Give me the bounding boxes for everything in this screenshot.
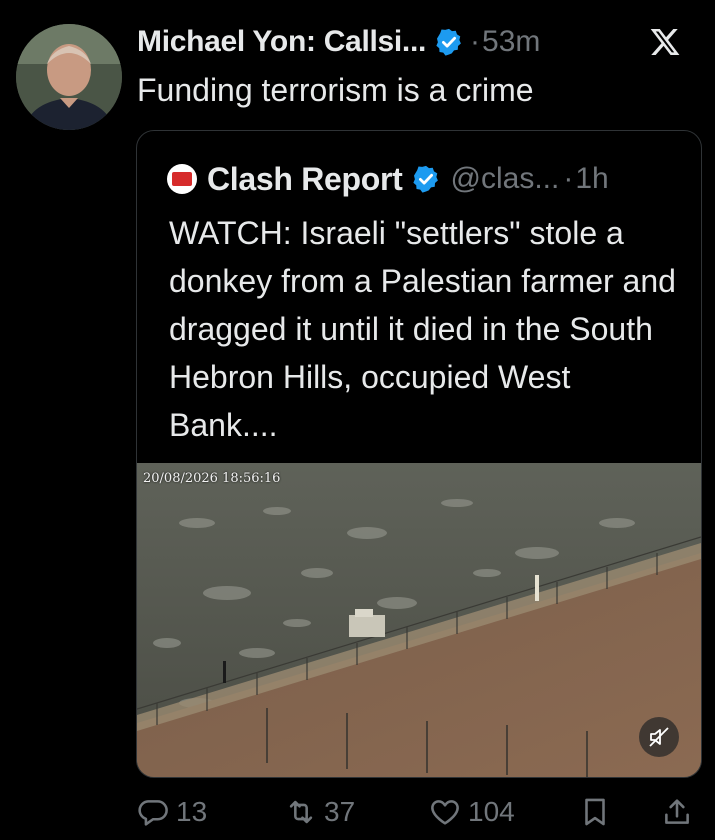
quoted-tweet-text: WATCH: Israeli "settlers" stole a donkey…	[169, 215, 676, 443]
author-avatar[interactable]	[16, 24, 122, 130]
video-timestamp: 20/08/2026 18:56:16	[143, 471, 281, 486]
quoted-tweet-time[interactable]: 1h	[575, 162, 608, 196]
separator-dot: ·	[470, 25, 481, 58]
like-button[interactable]: 104	[428, 790, 515, 834]
tweet-text: Funding terrorism is a crime	[137, 72, 534, 108]
repost-icon	[289, 800, 313, 824]
video-frame	[137, 463, 701, 777]
reply-button[interactable]: 13	[136, 790, 207, 834]
bookmark-icon	[585, 798, 605, 826]
repost-count: 37	[324, 796, 356, 827]
repost-button[interactable]: 37	[284, 790, 355, 834]
tweet-time[interactable]: 53m	[482, 25, 540, 59]
reply-count: 13	[176, 796, 208, 827]
quoted-author-name[interactable]: Clash Report	[207, 161, 403, 198]
quoted-tweet-header: Clash Report @clas... · 1h	[167, 159, 685, 199]
separator-dot: ·	[563, 162, 574, 195]
bookmark-button[interactable]	[578, 790, 612, 834]
mute-button[interactable]	[639, 717, 679, 757]
verified-badge-icon	[434, 27, 464, 57]
share-button[interactable]	[660, 790, 694, 834]
like-count: 104	[468, 796, 515, 827]
video-player[interactable]: 20/08/2026 18:56:16	[137, 463, 701, 777]
reply-icon	[138, 800, 168, 826]
tweet-header: Michael Yon: Callsi... · 53m	[137, 22, 699, 62]
quoted-tweet[interactable]: Clash Report @clas... · 1h WATCH: Israel…	[136, 130, 702, 778]
author-name[interactable]: Michael Yon: Callsi...	[137, 25, 426, 59]
clash-report-logo-icon	[167, 164, 197, 194]
share-icon	[665, 799, 689, 824]
tweet-action-bar: 13 37 104	[136, 790, 699, 834]
quoted-author-handle[interactable]: @clas...	[451, 162, 560, 196]
x-logo-icon	[649, 26, 681, 58]
verified-badge-icon	[411, 164, 441, 194]
mute-icon	[649, 727, 669, 747]
like-icon	[431, 800, 459, 825]
